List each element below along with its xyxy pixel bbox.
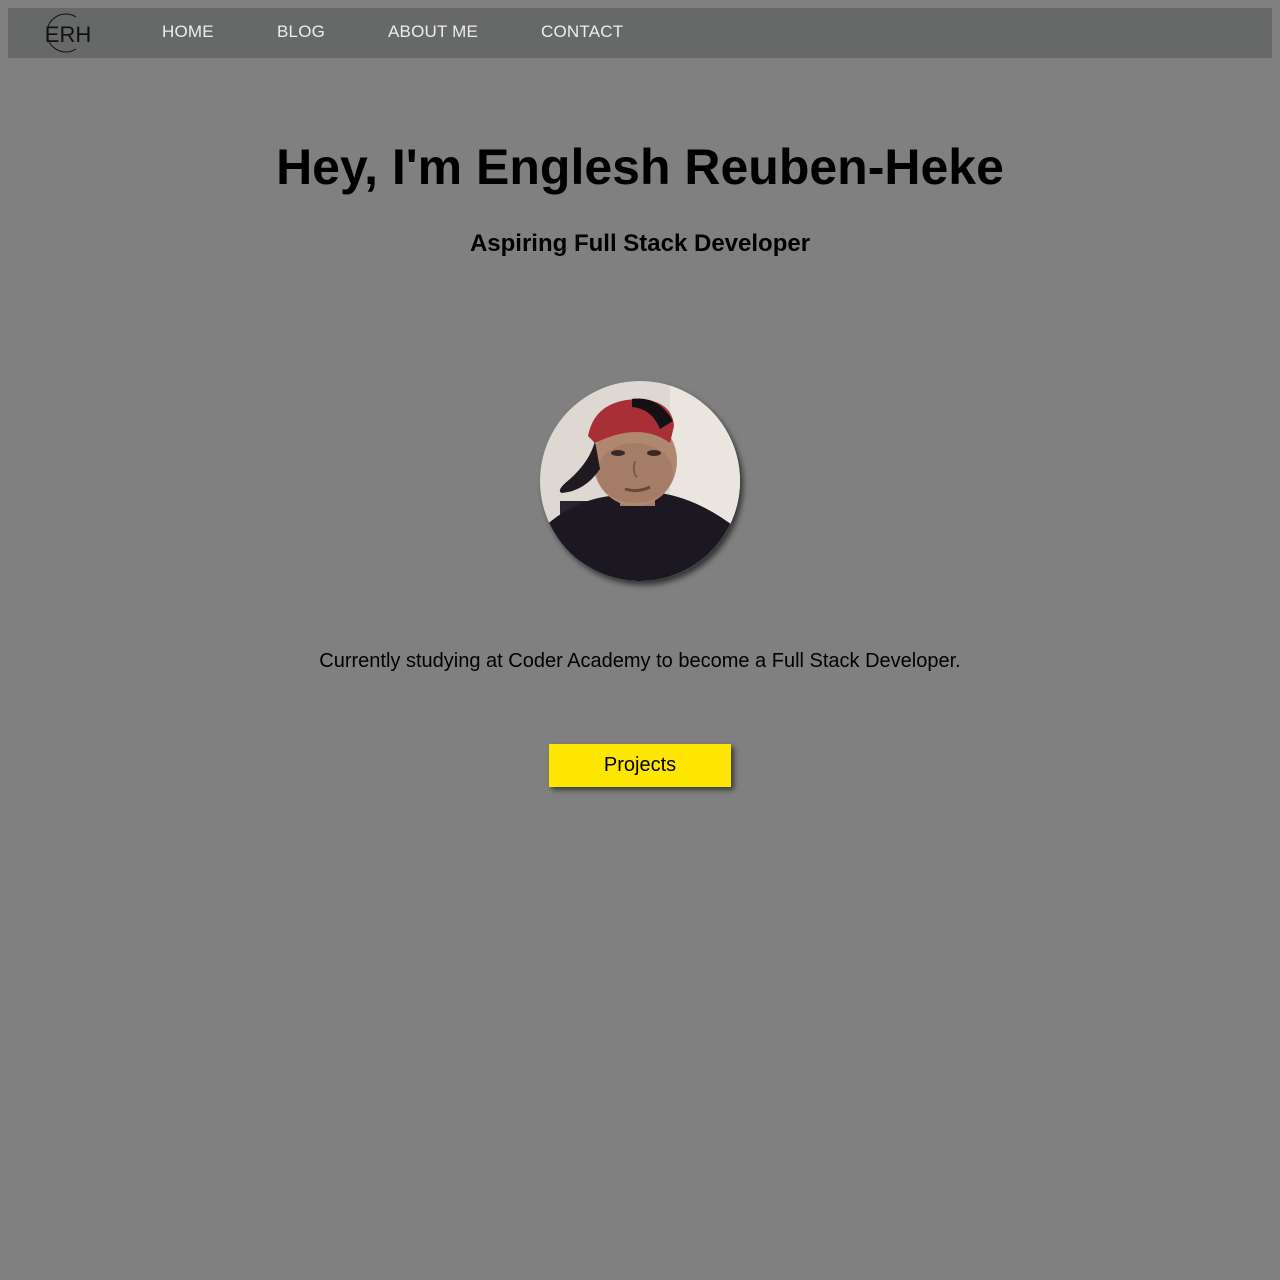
avatar — [540, 381, 740, 581]
nav-item-about-me[interactable]: ABOUT ME — [388, 22, 478, 42]
page: ERH HOME BLOG ABOUT ME CONTACT Hey, I'm … — [0, 0, 1280, 1280]
hero-subtitle: Aspiring Full Stack Developer — [469, 230, 811, 257]
logo[interactable]: ERH — [38, 12, 98, 54]
nav-item-home[interactable]: HOME — [162, 22, 214, 42]
hero-title: Hey, I'm Englesh Reuben-Heke — [276, 139, 1004, 195]
logo-icon: ERH — [45, 13, 91, 53]
navbar: ERH HOME BLOG ABOUT ME CONTACT — [8, 8, 1272, 58]
logo-text: ERH — [45, 22, 91, 47]
avatar-photo — [540, 381, 740, 581]
bio-text: Currently studying at Coder Academy to b… — [319, 650, 961, 672]
projects-button[interactable]: Projects — [549, 744, 731, 787]
nav-item-blog[interactable]: BLOG — [277, 22, 325, 42]
nav-item-contact[interactable]: CONTACT — [541, 22, 623, 42]
